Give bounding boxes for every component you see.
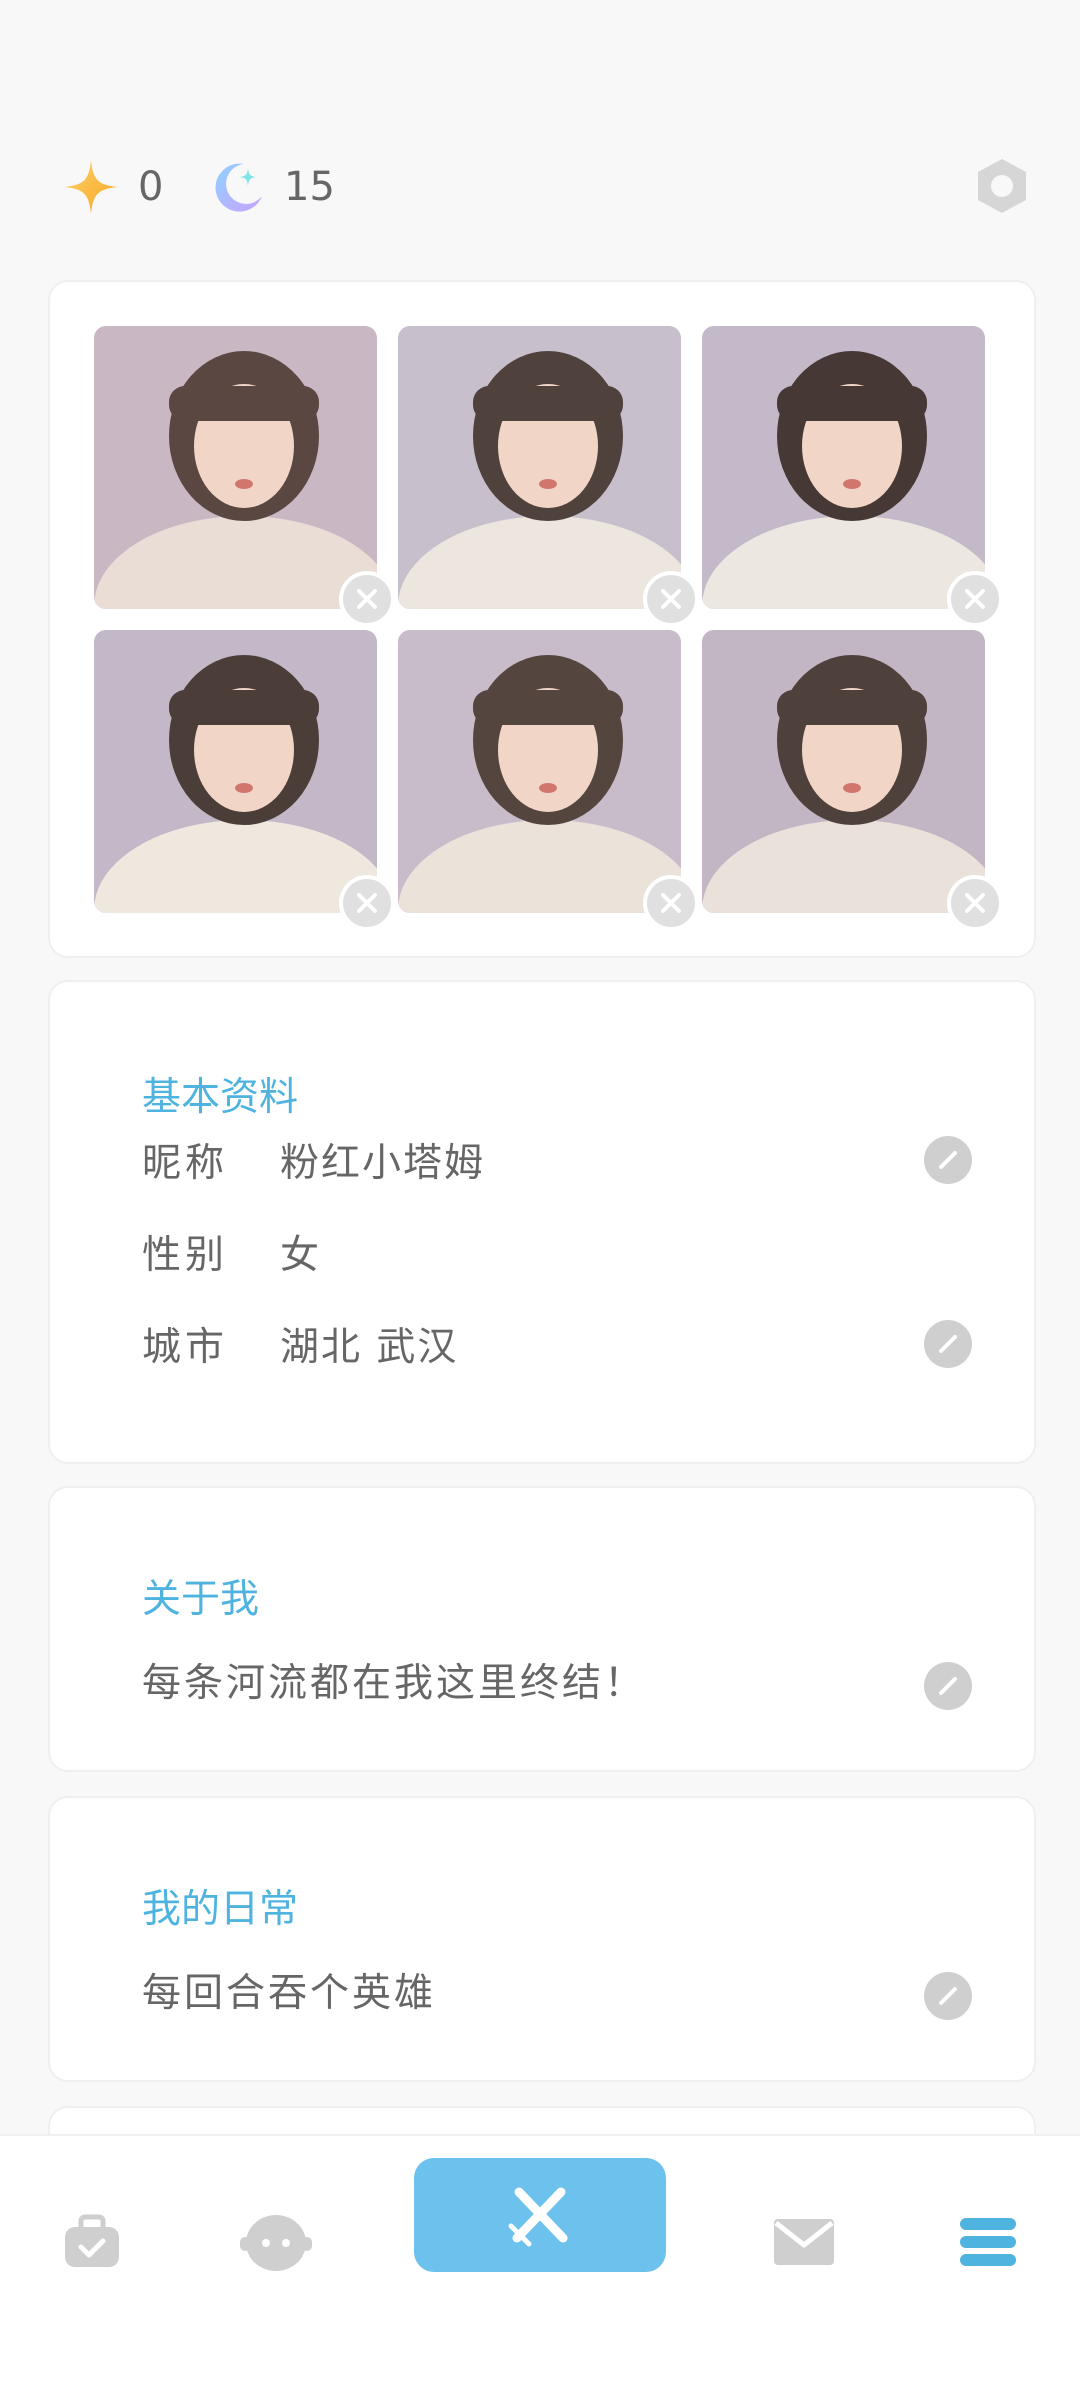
city-value: 湖北 武汉 bbox=[280, 1325, 459, 1370]
nickname-row: 昵称 粉红小塔姆 bbox=[142, 1130, 974, 1190]
pencil-icon bbox=[939, 1151, 957, 1169]
profile-photo[interactable] bbox=[94, 630, 395, 931]
edit-nickname-button[interactable] bbox=[924, 1136, 972, 1184]
nav-battle-button[interactable] bbox=[414, 2158, 666, 2272]
photo-image bbox=[398, 630, 681, 913]
remove-photo-button[interactable] bbox=[947, 571, 1003, 627]
hexagon-settings-icon bbox=[978, 159, 1026, 213]
city-label: 城市 bbox=[142, 1325, 229, 1370]
close-icon bbox=[661, 893, 681, 913]
star-currency: 0 bbox=[62, 158, 163, 216]
close-icon bbox=[661, 589, 681, 609]
moon-count: 15 bbox=[284, 164, 335, 210]
photo-image bbox=[702, 326, 985, 609]
profile-photo[interactable] bbox=[94, 326, 395, 627]
edit-about-button[interactable] bbox=[924, 1662, 972, 1710]
remove-photo-button[interactable] bbox=[339, 571, 395, 627]
nav-mail-button[interactable] bbox=[754, 2186, 854, 2298]
settings-button[interactable] bbox=[972, 156, 1032, 216]
remove-photo-button[interactable] bbox=[643, 875, 699, 931]
photo-image bbox=[398, 326, 681, 609]
profile-photo[interactable] bbox=[702, 326, 1003, 627]
daily-text: 每回合吞个英雄 bbox=[142, 1971, 437, 2016]
photo-image bbox=[94, 326, 377, 609]
bag-icon bbox=[65, 2214, 119, 2267]
edit-daily-button[interactable] bbox=[924, 1972, 972, 2020]
daily-card: 我的日常 每回合吞个英雄 bbox=[48, 1796, 1036, 2082]
daily-title: 我的日常 bbox=[142, 1887, 299, 1932]
nickname-label: 昵称 bbox=[142, 1141, 229, 1186]
about-title: 关于我 bbox=[142, 1577, 260, 1622]
moon-currency: 15 bbox=[208, 158, 335, 216]
moon-icon bbox=[215, 163, 262, 212]
bottom-nav bbox=[0, 2134, 1080, 2388]
pencil-icon bbox=[939, 1677, 957, 1695]
photo-image bbox=[702, 630, 985, 913]
top-bar: 0 15 bbox=[0, 0, 1080, 290]
profile-photo[interactable] bbox=[398, 326, 699, 627]
profile-photo[interactable] bbox=[702, 630, 1003, 931]
about-card: 关于我 每条河流都在我这里终结！ bbox=[48, 1486, 1036, 1772]
remove-photo-button[interactable] bbox=[947, 875, 1003, 931]
close-icon bbox=[357, 893, 377, 913]
photo-image bbox=[94, 630, 377, 913]
edit-city-button[interactable] bbox=[924, 1320, 972, 1368]
profile-photo[interactable] bbox=[398, 630, 699, 931]
basic-info-card: 基本资料 昵称 粉红小塔姆 性别 女 城市 湖北 武汉 bbox=[48, 980, 1036, 1464]
nav-menu-button[interactable] bbox=[938, 2186, 1038, 2298]
nav-bag-button[interactable] bbox=[42, 2186, 142, 2298]
crossed-swords-icon bbox=[508, 2187, 568, 2247]
photos-card bbox=[48, 280, 1036, 958]
nickname-value: 粉红小塔姆 bbox=[280, 1141, 486, 1186]
nav-character-button[interactable] bbox=[226, 2186, 326, 2298]
pencil-icon bbox=[939, 1987, 957, 2005]
city-row: 城市 湖北 武汉 bbox=[142, 1314, 974, 1374]
remove-photo-button[interactable] bbox=[339, 875, 395, 931]
avatar-icon bbox=[240, 2215, 312, 2271]
star-icon bbox=[64, 160, 118, 214]
close-icon bbox=[357, 589, 377, 609]
gender-label: 性别 bbox=[142, 1233, 229, 1278]
menu-icon bbox=[960, 2218, 1016, 2266]
gender-row: 性别 女 bbox=[142, 1222, 974, 1282]
close-icon bbox=[965, 589, 985, 609]
mail-icon bbox=[774, 2219, 834, 2265]
pencil-icon bbox=[939, 1335, 957, 1353]
basic-info-title: 基本资料 bbox=[142, 1075, 299, 1120]
gender-value: 女 bbox=[280, 1233, 322, 1278]
about-text: 每条河流都在我这里终结！ bbox=[142, 1661, 647, 1706]
star-count: 0 bbox=[138, 164, 164, 210]
close-icon bbox=[965, 893, 985, 913]
remove-photo-button[interactable] bbox=[643, 571, 699, 627]
